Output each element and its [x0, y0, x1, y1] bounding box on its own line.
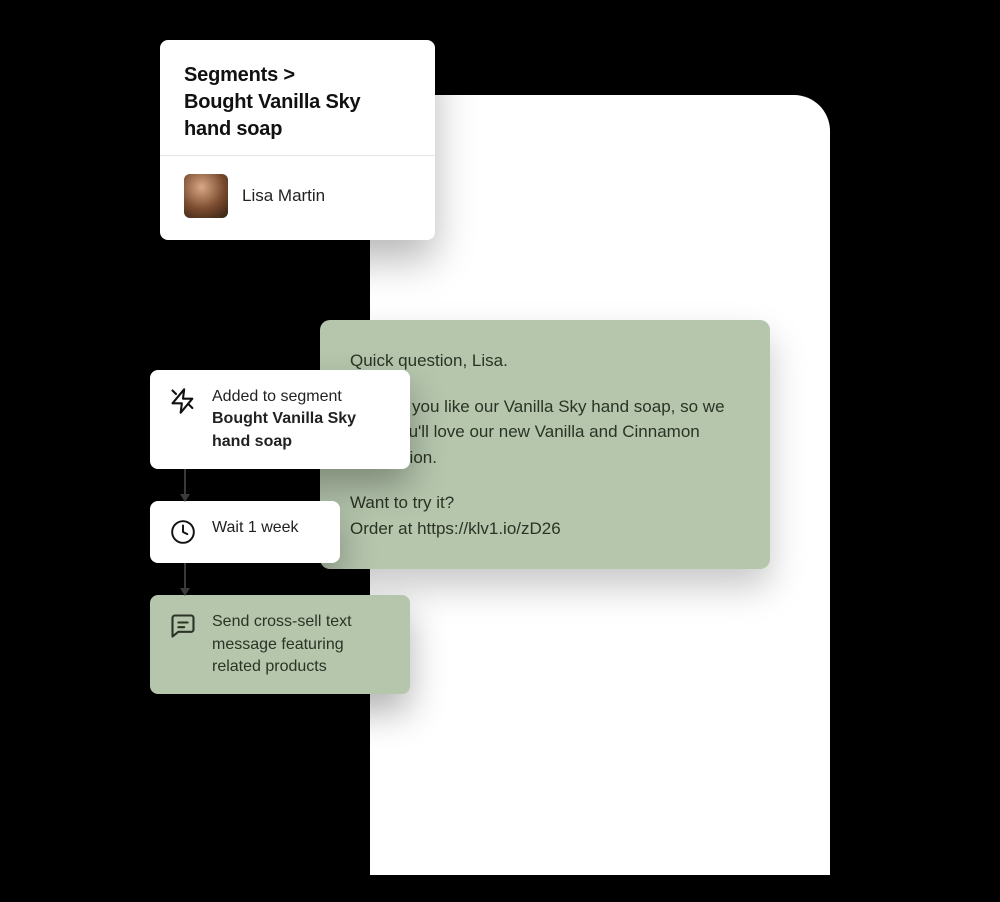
message-icon: [168, 611, 198, 641]
segment-card-header: Segments > Bought Vanilla Sky hand soap: [160, 40, 435, 156]
clock-icon: [168, 517, 198, 547]
breadcrumb: Segments > Bought Vanilla Sky hand soap: [184, 62, 411, 143]
avatar: [184, 174, 228, 218]
trigger-segment-line1: Bought Vanilla Sky: [212, 410, 356, 427]
segment-title-line2: hand soap: [184, 118, 282, 140]
segment-card[interactable]: Segments > Bought Vanilla Sky hand soap …: [160, 40, 435, 240]
flow-connector-1: [184, 469, 186, 501]
segment-title-line1: Bought Vanilla Sky: [184, 91, 360, 113]
trigger-prefix: Added to segment: [212, 388, 342, 405]
flow-wait-card[interactable]: Wait 1 week: [150, 501, 340, 563]
flow-column: Added to segment Bought Vanilla Sky hand…: [150, 370, 410, 694]
flow-trigger-card[interactable]: Added to segment Bought Vanilla Sky hand…: [150, 370, 410, 469]
breadcrumb-sep: >: [283, 64, 294, 86]
flow-wait-text: Wait 1 week: [212, 517, 299, 539]
lightning-icon: [168, 386, 198, 416]
breadcrumb-root: Segments: [184, 64, 278, 86]
trigger-segment-line2: hand soap: [212, 433, 292, 450]
contact-name: Lisa Martin: [242, 186, 325, 206]
flow-trigger-text: Added to segment Bought Vanilla Sky hand…: [212, 386, 356, 453]
flow-action-text: Send cross-sell text message featuring r…: [212, 611, 392, 678]
segment-card-body: Lisa Martin: [160, 156, 435, 240]
flow-connector-2: [184, 563, 186, 595]
flow-action-card[interactable]: Send cross-sell text message featuring r…: [150, 595, 410, 694]
